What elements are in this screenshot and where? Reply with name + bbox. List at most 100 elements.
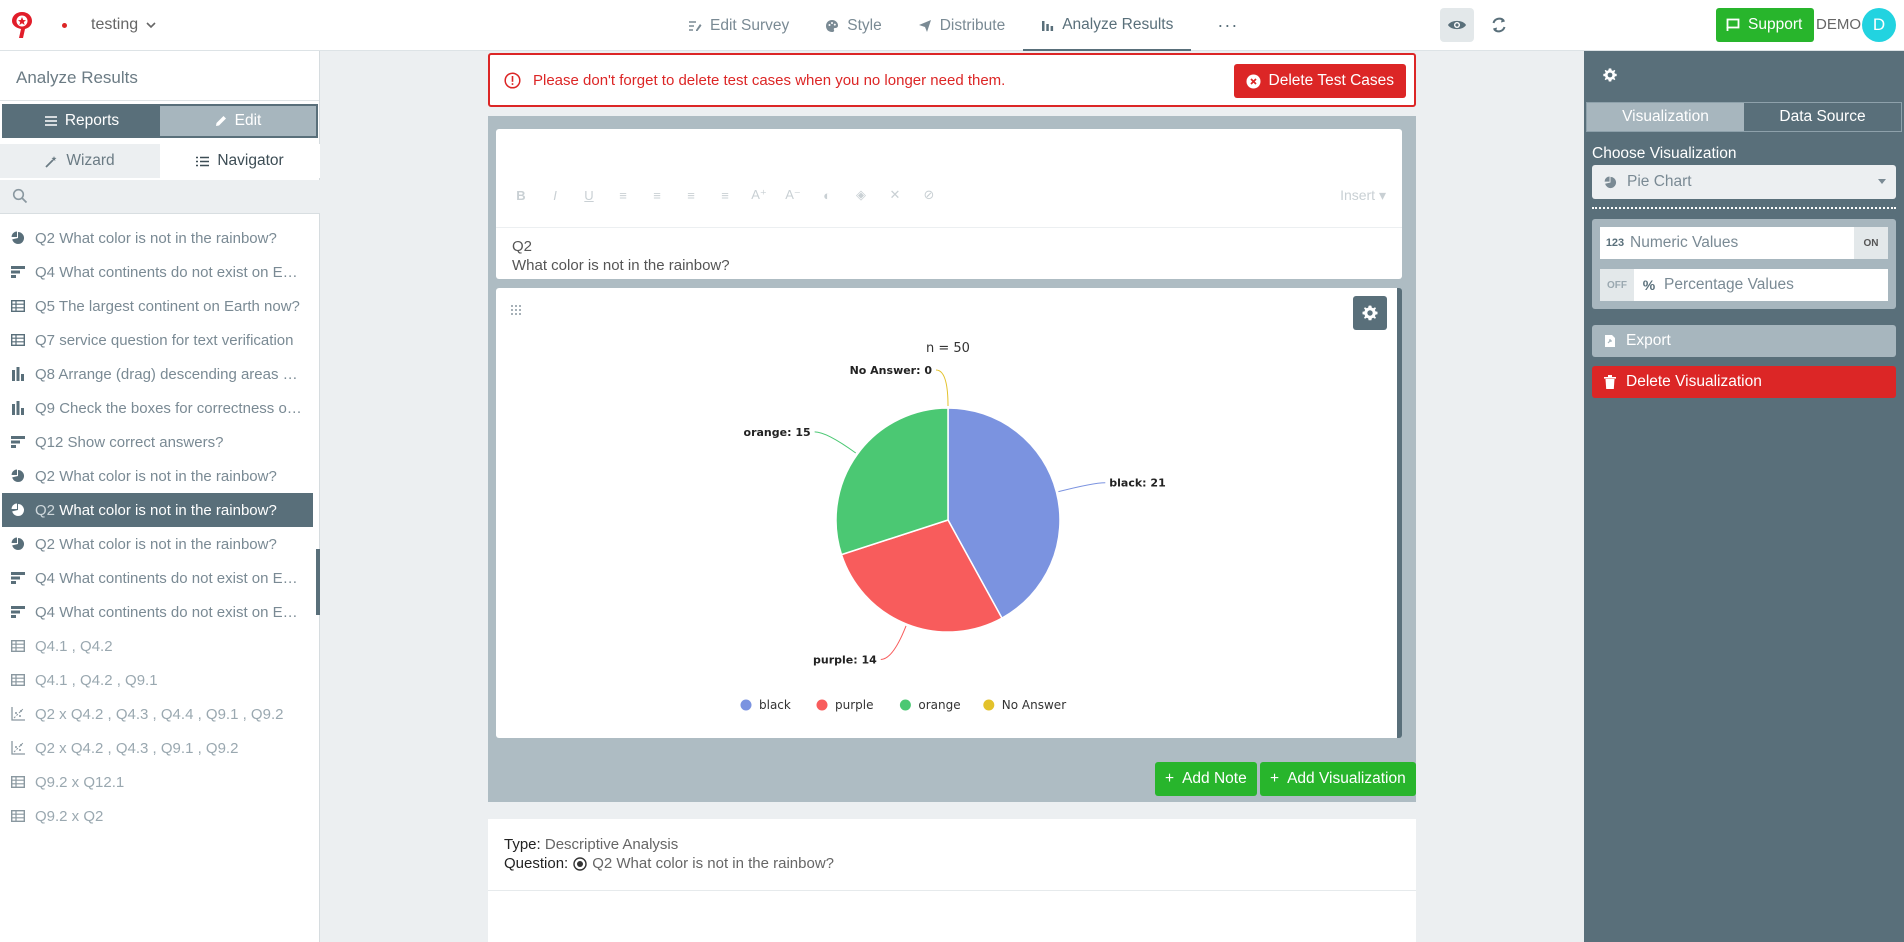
italic-button[interactable]: I [538,188,572,203]
text-editor-toolbar: B I U ≡ ≡ ≡ ≡ A⁺ A⁻ ◐ ◈ ✕ ⊘ Insert ▾ [504,184,1394,206]
tab-navigator[interactable]: Navigator [160,144,320,178]
visualization-card: n = 50 black: 21 purple: 14 orange: 15 No A… [496,288,1402,738]
list-item[interactable]: Q7 service question for text verificatio… [0,323,320,357]
list-item[interactable]: Q2 x Q4.2 , Q4.3 , Q4.4 , Q9.1 , Q9.2 [0,697,320,731]
list-item[interactable]: Q4.1 , Q4.2 , Q9.1 [0,663,320,697]
delete-test-cases-button[interactable]: Delete Test Cases [1233,64,1406,98]
fill-color-button[interactable]: ◈ [844,187,878,203]
edit-mode-button[interactable]: Edit [160,106,316,136]
legend-label: black [759,698,791,712]
nav-style[interactable]: Style [807,0,899,51]
nav-style-label: Style [847,16,882,34]
align-justify-button[interactable]: ≡ [708,188,742,203]
trash-icon [1604,375,1616,389]
list-item[interactable]: Q9 Check the boxes for correctness of th… [0,391,320,425]
list-item[interactable]: Q5 The largest continent on Earth now? [0,289,320,323]
divider [488,890,1416,891]
numbers-icon: 123 [1605,237,1625,249]
numeric-values-label: Numeric Values [1630,234,1739,251]
legend-item-black[interactable]: black [740,698,791,712]
add-visualization-label: Add Visualization [1287,770,1406,787]
scatter-icon [10,740,26,756]
nav-analyze-results[interactable]: Analyze Results [1023,0,1192,51]
align-right-button[interactable]: ≡ [674,188,708,203]
list-item[interactable]: Q2 x Q4.2 , Q4.3 , Q9.1 , Q9.2 [0,731,320,765]
project-selector[interactable]: testing [91,16,156,34]
list-item[interactable]: Q2 What color is not in the rainbow? [0,527,320,561]
list-item[interactable]: Q2 What color is not in the rainbow? [0,459,320,493]
user-name[interactable]: DEMO [1816,16,1861,33]
align-center-button[interactable]: ≡ [640,188,674,203]
percentage-values-state: OFF [1600,269,1634,301]
add-visualization-button[interactable]: + Add Visualization [1260,762,1416,796]
percentage-values-toggle[interactable]: OFF % Percentage Values [1600,269,1888,301]
list-item-label: Arrange (drag) descending areas of the..… [58,365,305,383]
pie-icon [10,230,26,246]
pencil-icon [215,116,226,126]
pie-data-label: purple: 14 [813,653,877,666]
refresh-button[interactable] [1482,8,1516,42]
tab-wizard[interactable]: Wizard [0,144,160,178]
nav-distribute[interactable]: Distribute [900,0,1023,51]
reports-mode-button[interactable]: Reports [4,106,160,136]
numeric-values-toggle[interactable]: 123 Numeric Values ON [1600,227,1888,259]
list-item-label: What color is not in the rainbow? [59,229,277,247]
list-item[interactable]: Q8 Arrange (drag) descending areas of th… [0,357,320,391]
export-button[interactable]: Export [1592,325,1896,357]
list-item[interactable]: Q4.1 , Q4.2 [0,629,320,663]
insert-dropdown[interactable]: Insert ▾ [1340,187,1386,204]
underline-button[interactable]: U [572,188,606,203]
list-item-number: Q2 [35,535,56,553]
legend-item-purple[interactable]: purple [816,698,874,712]
support-button[interactable]: Support [1716,8,1815,42]
clear-format-button[interactable]: ✕ [878,187,912,203]
list-item[interactable]: Q12 Show correct answers? [0,425,320,459]
refresh-icon [1492,17,1506,33]
note-content[interactable]: Q2 What color is not in the rainbow? [512,237,730,275]
font-size-down-button[interactable]: A⁻ [776,187,810,203]
visualization-type-select[interactable]: Pie Chart [1592,165,1896,199]
gear-icon [1603,68,1617,82]
vbar-icon [10,400,26,416]
list-item[interactable]: Q9.2 x Q12.1 [0,765,320,799]
plus-icon: + [1270,770,1280,787]
list-item-label: Q9.2 x Q2 [35,807,104,825]
percent-icon: % [1642,277,1656,293]
list-item[interactable]: Q9.2 x Q2 [0,799,320,833]
pie-data-label: orange: 15 [744,426,811,439]
avatar[interactable]: D [1862,8,1896,42]
delete-visualization-button[interactable]: Delete Visualization [1592,366,1896,398]
divider [1592,207,1896,209]
legend-item-no-answer[interactable]: No Answer [983,698,1066,712]
list-item[interactable]: Q4 What continents do not exist on Earth… [0,255,320,289]
font-size-up-button[interactable]: A⁺ [742,187,776,203]
tab-visualization[interactable]: Visualization [1587,103,1744,131]
list-item[interactable]: Q2 What color is not in the rainbow? [0,221,320,255]
list-item-number: Q8 [35,365,56,383]
align-left-button[interactable]: ≡ [606,188,640,203]
report-info-card: Type: Descriptive Analysis Question: Q2 … [488,819,1416,942]
unlink-button[interactable]: ⊘ [912,187,946,203]
list-item[interactable]: Q4 What continents do not exist on Earth… [0,595,320,629]
more-menu-button[interactable]: ··· [1191,0,1264,51]
note-editor[interactable]: B I U ≡ ≡ ≡ ≡ A⁺ A⁻ ◐ ◈ ✕ ⊘ Insert ▾ Q2 … [496,129,1402,279]
app-logo-icon[interactable] [8,9,36,41]
list-item[interactable]: Q4 What continents do not exist on Earth… [0,561,320,595]
list-item-number: Q4 [35,603,56,621]
bold-button[interactable]: B [504,188,538,203]
chevron-down-icon [146,22,156,29]
sidebar-title: Analyze Results [0,51,319,101]
alert-circle-icon [504,72,521,89]
preview-button[interactable] [1440,8,1474,42]
sidebar-scrollbar[interactable] [316,549,320,615]
project-name: testing [91,16,139,33]
search-input[interactable] [0,180,320,214]
tab-data-source[interactable]: Data Source [1744,103,1901,131]
list-item-selected[interactable]: Q2 What color is not in the rainbow? [2,493,313,527]
nav-analyze-results-label: Analyze Results [1062,15,1174,33]
main-nav: Edit Survey Style Distribute Analyze Res… [670,0,1264,51]
text-color-button[interactable]: ◐ [810,188,844,203]
add-note-button[interactable]: + Add Note [1155,762,1257,796]
legend-item-orange[interactable]: orange [899,698,961,712]
nav-edit-survey[interactable]: Edit Survey [670,0,807,51]
